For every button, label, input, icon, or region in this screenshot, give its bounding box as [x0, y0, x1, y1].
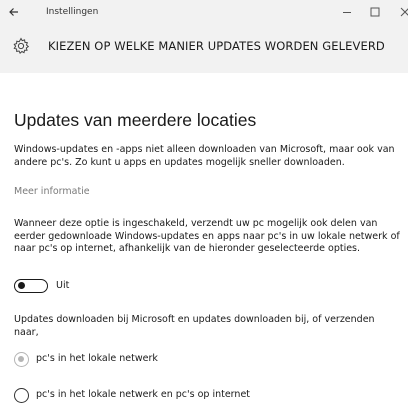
maximize-icon[interactable] [368, 4, 382, 18]
multiple-locations-toggle[interactable] [14, 279, 48, 293]
more-info-link[interactable]: Meer informatie [14, 186, 90, 197]
radio-button[interactable] [14, 388, 29, 403]
toggle-knob [18, 282, 25, 289]
settings-window: Instellingen KIEZEN OP WELKE MANIER UPDA… [0, 0, 408, 404]
app-title: Instellingen [46, 7, 99, 17]
minimize-icon[interactable] [340, 4, 354, 18]
toggle-state-label: Uit [56, 280, 70, 291]
description-text: Wanneer deze optie is ingeschakeld, verz… [14, 218, 400, 255]
radio-option-local-and-internet[interactable]: pc's in het lokale netwerk en pc's op in… [14, 388, 394, 404]
title-bar: Instellingen [0, 0, 408, 28]
page-title: KIEZEN OP WELKE MANIER UPDATES WORDEN GE… [48, 39, 385, 53]
radio-button[interactable] [14, 352, 29, 367]
radio-label: pc's in het lokale netwerk [36, 353, 158, 364]
intro-text: Windows-updates en -apps niet alleen dow… [14, 144, 395, 168]
gear-icon [12, 37, 30, 55]
page-header: KIEZEN OP WELKE MANIER UPDATES WORDEN GE… [0, 28, 408, 73]
back-arrow-icon[interactable] [5, 3, 23, 21]
section-heading: Updates van meerdere locaties [14, 110, 257, 130]
close-icon[interactable] [398, 4, 408, 18]
radio-label: pc's in het lokale netwerk en pc's op in… [36, 389, 251, 400]
radio-option-local-network[interactable]: pc's in het lokale netwerk [14, 352, 314, 370]
options-intro-text: Updates downloaden bij Microsoft en upda… [14, 314, 375, 338]
